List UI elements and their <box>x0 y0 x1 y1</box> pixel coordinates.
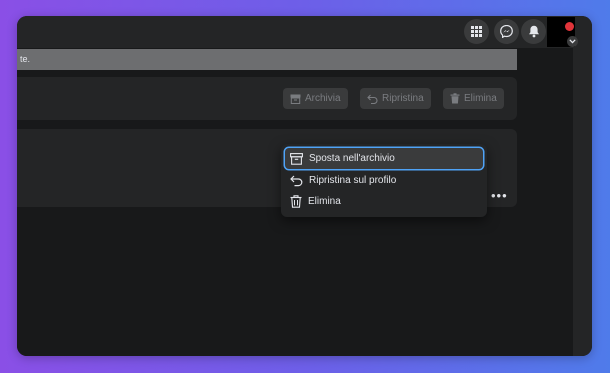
undo-icon <box>290 175 303 186</box>
archive-icon <box>290 152 303 165</box>
menu-item-label: Ripristina sul profilo <box>309 175 397 186</box>
messenger-button[interactable] <box>494 19 519 44</box>
account-menu-button[interactable] <box>567 36 578 47</box>
menu-button[interactable] <box>464 19 489 44</box>
delete-button[interactable]: Elimina <box>443 88 504 109</box>
delete-button-label: Elimina <box>464 93 497 104</box>
trash-icon <box>450 93 460 104</box>
chevron-down-icon <box>569 39 576 44</box>
context-menu: Sposta nell'archivio Ripristina sul prof… <box>281 144 487 217</box>
bell-icon <box>528 25 539 38</box>
grid-icon <box>471 26 482 37</box>
top-bar <box>17 16 592 48</box>
notifications-button[interactable] <box>521 19 546 44</box>
avatar-badge <box>565 22 574 31</box>
trash-icon <box>290 195 302 208</box>
scrollbar[interactable] <box>573 48 592 356</box>
notice-bar: te. <box>17 49 517 70</box>
menu-item-label: Elimina <box>308 196 341 207</box>
avatar[interactable] <box>547 17 578 47</box>
menu-item-label: Sposta nell'archivio <box>309 153 395 164</box>
messenger-icon <box>500 25 513 38</box>
archive-icon <box>290 94 301 104</box>
menu-item-delete[interactable]: Elimina <box>285 191 483 212</box>
undo-icon <box>367 94 378 104</box>
actions-card: Archivia Ripristina Elimina <box>17 77 517 120</box>
menu-item-archive[interactable]: Sposta nell'archivio <box>285 148 483 169</box>
restore-button[interactable]: Ripristina <box>360 88 431 109</box>
archive-button-label: Archivia <box>305 93 341 104</box>
restore-button-label: Ripristina <box>382 93 424 104</box>
archive-button[interactable]: Archivia <box>283 88 348 109</box>
menu-item-restore[interactable]: Ripristina sul profilo <box>285 170 483 191</box>
app-window: te. Archivia Ripristina Elimina ••• Spos… <box>17 16 592 356</box>
more-options-icon[interactable]: ••• <box>491 189 508 202</box>
